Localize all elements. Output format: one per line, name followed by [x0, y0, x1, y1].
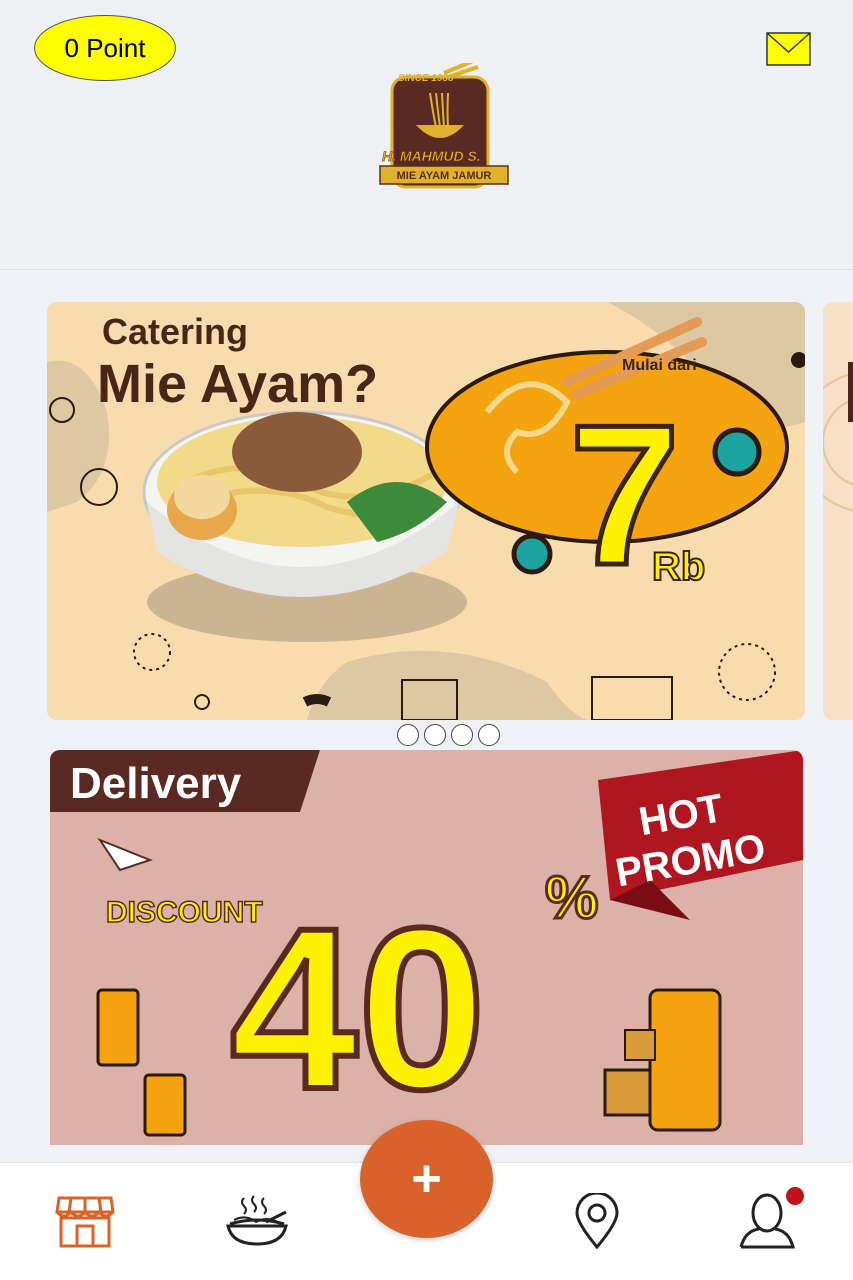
add-order-button[interactable]: + [360, 1120, 493, 1238]
catering-banner[interactable]: Catering Mie Ayam? Mulai dari 7 Rb [47, 302, 805, 720]
logo-tagline: MIE AYAM JAMUR [397, 170, 492, 182]
mail-icon[interactable] [766, 32, 811, 66]
discount-unit: % [545, 864, 598, 931]
points-badge[interactable]: 0 Point [34, 15, 176, 81]
price-unit: Rb [652, 545, 705, 589]
points-label: 0 Point [64, 32, 146, 63]
banner-title-line2: Mie Ayam? [97, 354, 378, 414]
noodle-bowl-icon[interactable] [222, 1191, 292, 1251]
notification-dot [786, 1187, 804, 1205]
plus-icon: + [411, 1150, 442, 1208]
carousel-pagination [397, 724, 500, 746]
brand-logo: SINCE 1988 H. MAHMUD S. MIE AYAM JAMUR [378, 59, 510, 199]
banner-title-line1: Catering [102, 311, 248, 352]
location-pin-icon[interactable] [562, 1191, 632, 1251]
discount-value: 40 [230, 880, 486, 1137]
banner-carousel[interactable]: Catering Mie Ayam? Mulai dari 7 Rb [0, 302, 853, 722]
noodle-bowl-image [142, 410, 467, 642]
price-prefix: Mulai dari [622, 357, 697, 374]
promo-label: Delivery [70, 759, 242, 808]
delivery-promo-banner[interactable]: Delivery HOT PROMO DISCOUNT 40 % [50, 750, 803, 1145]
carousel-dot[interactable] [397, 724, 419, 746]
logo-since: SINCE 1988 [398, 73, 454, 84]
app-header: 0 Point SINCE 1988 H. MAHMUD S. MIE AYAM… [0, 0, 853, 270]
store-icon[interactable] [50, 1191, 120, 1251]
next-banner-preview[interactable] [823, 302, 853, 720]
logo-brand-name: H. MAHMUD S. [382, 148, 481, 164]
carousel-dot[interactable] [478, 724, 500, 746]
carousel-dot[interactable] [451, 724, 473, 746]
carousel-dot[interactable] [424, 724, 446, 746]
